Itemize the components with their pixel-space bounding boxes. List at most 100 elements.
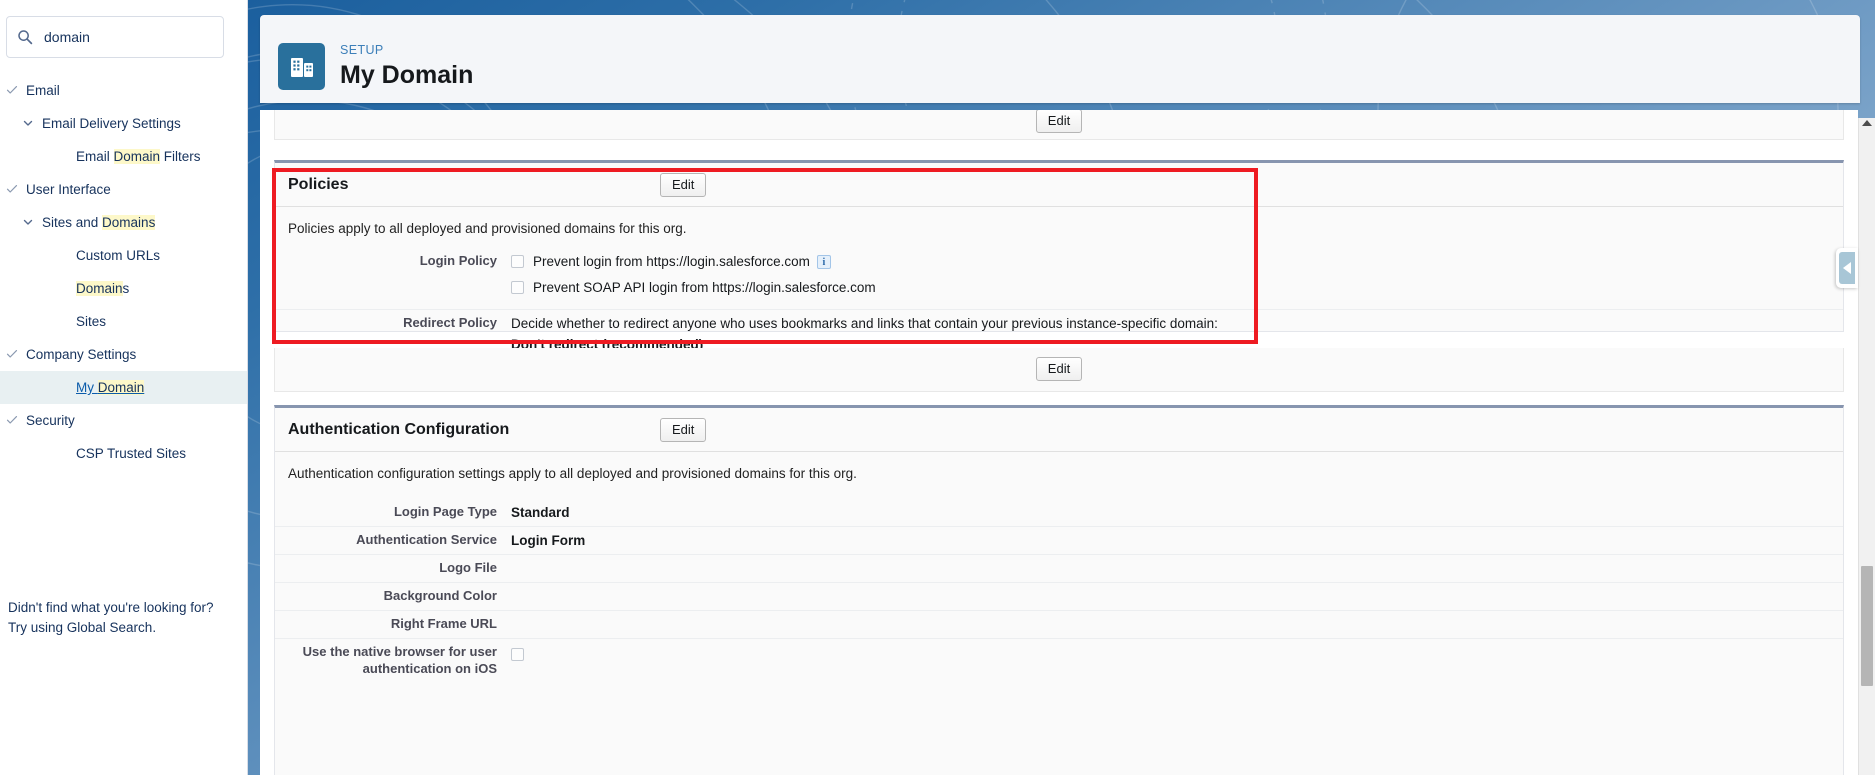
sidebar-item-label: Email Delivery Settings xyxy=(42,116,181,131)
top-partial-card: Edit xyxy=(274,110,1844,140)
nav-indent-spacer xyxy=(56,381,70,395)
sidebar-item-email[interactable]: Email xyxy=(0,74,247,107)
prevent-soap-api-login-checkbox[interactable] xyxy=(511,281,524,294)
search-input[interactable] xyxy=(42,28,213,46)
prevent-soap-api-login-label: Prevent SOAP API login from https://logi… xyxy=(533,280,876,295)
scrollbar-thumb[interactable] xyxy=(1861,566,1873,686)
policies-description: Policies apply to all deployed and provi… xyxy=(288,221,687,236)
search-icon xyxy=(17,29,33,45)
right-frame-url-label: Right Frame URL xyxy=(390,616,497,631)
page-title: My Domain xyxy=(340,61,474,89)
sidebar-item-my-domain[interactable]: My Domain xyxy=(0,371,247,404)
login-page-type-value: Standard xyxy=(511,505,570,520)
nav-indent-spacer xyxy=(56,150,70,164)
sidebar-item-company-settings[interactable]: Company Settings xyxy=(0,338,247,371)
auth-config-title: Authentication Configuration xyxy=(288,420,510,438)
check-icon[interactable] xyxy=(6,414,20,428)
policies-card: Policies Edit Policies apply to all depl… xyxy=(274,160,1844,352)
login-page-type-row: Login Page Type Standard xyxy=(275,499,1843,526)
login-policy-checkbox-row-1: Prevent login from https://login.salesfo… xyxy=(511,252,876,271)
content-pane: Edit Policies Edit Policies apply to all… xyxy=(260,110,1858,775)
sidebar-item-label: Company Settings xyxy=(26,347,137,362)
authentication-service-label: Authentication Service xyxy=(356,532,497,547)
sidebar-item-label: Sites and Domains xyxy=(42,215,156,230)
chevron-down-icon[interactable] xyxy=(22,117,36,131)
didnt-find-line1: Didn't find what you're looking for? xyxy=(8,600,214,615)
check-icon[interactable] xyxy=(6,348,20,362)
sidebar-item-email-domain-filters[interactable]: Email Domain Filters xyxy=(0,140,247,173)
nav-indent-spacer xyxy=(56,249,70,263)
building-icon xyxy=(278,43,325,90)
login-policy-checkbox-row-2: Prevent SOAP API login from https://logi… xyxy=(511,278,876,297)
check-icon[interactable] xyxy=(6,84,20,98)
sidebar-item-label: Domains xyxy=(76,281,130,296)
mid-edit-button[interactable]: Edit xyxy=(1035,357,1083,381)
quick-find-box[interactable] xyxy=(6,16,224,58)
sidebar-item-security[interactable]: Security xyxy=(0,404,247,437)
redirect-policy-text: Decide whether to redirect anyone who us… xyxy=(511,316,1218,331)
auth-config-edit-button[interactable]: Edit xyxy=(660,418,707,442)
policies-title: Policies xyxy=(288,175,349,193)
auth-config-card-header: Authentication Configuration Edit xyxy=(275,408,1843,452)
sidebar-item-label: Security xyxy=(26,413,75,428)
background-color-row: Background Color xyxy=(275,582,1843,610)
logo-file-row: Logo File xyxy=(275,554,1843,582)
sidebar-item-user-interface[interactable]: User Interface xyxy=(0,173,247,206)
sidebar-item-label: Email Domain Filters xyxy=(76,149,201,164)
prevent-login-checkbox[interactable] xyxy=(511,255,524,268)
sidebar-item-label: Email xyxy=(26,83,60,98)
sidebar-footer-help: Didn't find what you're looking for? Try… xyxy=(8,598,238,638)
sidebar-item-label: My Domain xyxy=(76,380,145,395)
nav-indent-spacer xyxy=(56,315,70,329)
policies-card-header: Policies Edit xyxy=(275,163,1843,207)
nav-indent-spacer xyxy=(56,447,70,461)
main-scrollbar[interactable] xyxy=(1858,118,1875,775)
app-root: SETUP My Domain Edit Policies Edit Polic… xyxy=(0,0,1875,775)
didnt-find-line2: Try using Global Search. xyxy=(8,620,157,635)
policies-edit-button[interactable]: Edit xyxy=(660,173,707,197)
auth-config-card: Authentication Configuration Edit Authen… xyxy=(274,405,1844,775)
login-policy-value: Prevent login from https://login.salesfo… xyxy=(507,248,876,301)
background-color-value xyxy=(507,583,515,610)
auth-config-description: Authentication configuration settings ap… xyxy=(288,466,857,481)
native-browser-ios-row: Use the native browser for user authenti… xyxy=(275,638,1843,681)
sidebar-item-label: User Interface xyxy=(26,182,111,197)
prevent-login-label: Prevent login from https://login.salesfo… xyxy=(533,254,810,269)
native-browser-ios-value xyxy=(507,639,533,681)
page-header: SETUP My Domain xyxy=(260,15,1860,103)
check-icon[interactable] xyxy=(6,183,20,197)
sidebar-item-domains[interactable]: Domains xyxy=(0,272,247,305)
native-browser-ios-checkbox[interactable] xyxy=(511,648,524,661)
sidebar-nav-list: Email Email Delivery Settings Email Domain… xyxy=(0,74,247,470)
right-frame-url-row: Right Frame URL xyxy=(275,610,1843,638)
logo-file-value xyxy=(507,555,515,582)
header-text-block: SETUP My Domain xyxy=(340,42,473,91)
native-browser-ios-label: Use the native browser for user authenti… xyxy=(302,644,497,676)
nav-indent-spacer xyxy=(56,282,70,296)
collapse-panel-tab[interactable] xyxy=(1836,248,1858,288)
background-color-label: Background Color xyxy=(383,588,497,603)
login-policy-row: Login Policy Prevent login from https://… xyxy=(275,248,1843,301)
sidebar-item-label: CSP Trusted Sites xyxy=(76,446,187,461)
info-icon[interactable]: i xyxy=(816,255,831,269)
right-frame-url-value xyxy=(507,611,515,638)
setup-eyebrow: SETUP xyxy=(340,43,384,57)
collapse-tab-inner xyxy=(1839,252,1855,284)
mid-edit-card: Edit xyxy=(274,348,1844,392)
setup-sidebar: Email Email Delivery Settings Email Domain… xyxy=(0,0,248,775)
login-page-type-label: Login Page Type xyxy=(393,504,497,519)
logo-file-label: Logo File xyxy=(439,560,497,575)
sidebar-item-sites-and-domains[interactable]: Sites and Domains xyxy=(0,206,247,239)
sidebar-item-csp-trusted-sites[interactable]: CSP Trusted Sites xyxy=(0,437,247,470)
caret-up-icon[interactable] xyxy=(1862,120,1872,126)
authentication-service-row: Authentication Service Login Form xyxy=(275,526,1843,554)
sidebar-item-sites[interactable]: Sites xyxy=(0,305,247,338)
chevron-down-icon[interactable] xyxy=(22,216,36,230)
authentication-service-value: Login Form xyxy=(511,533,586,548)
sidebar-item-email-delivery-settings[interactable]: Email Delivery Settings xyxy=(0,107,247,140)
login-policy-label: Login Policy xyxy=(419,253,497,268)
caret-left-icon xyxy=(1843,262,1851,274)
top-edit-button[interactable]: Edit xyxy=(1035,110,1083,133)
sidebar-item-custom-urls[interactable]: Custom URLs xyxy=(0,239,247,272)
sidebar-item-label: Sites xyxy=(76,314,107,329)
